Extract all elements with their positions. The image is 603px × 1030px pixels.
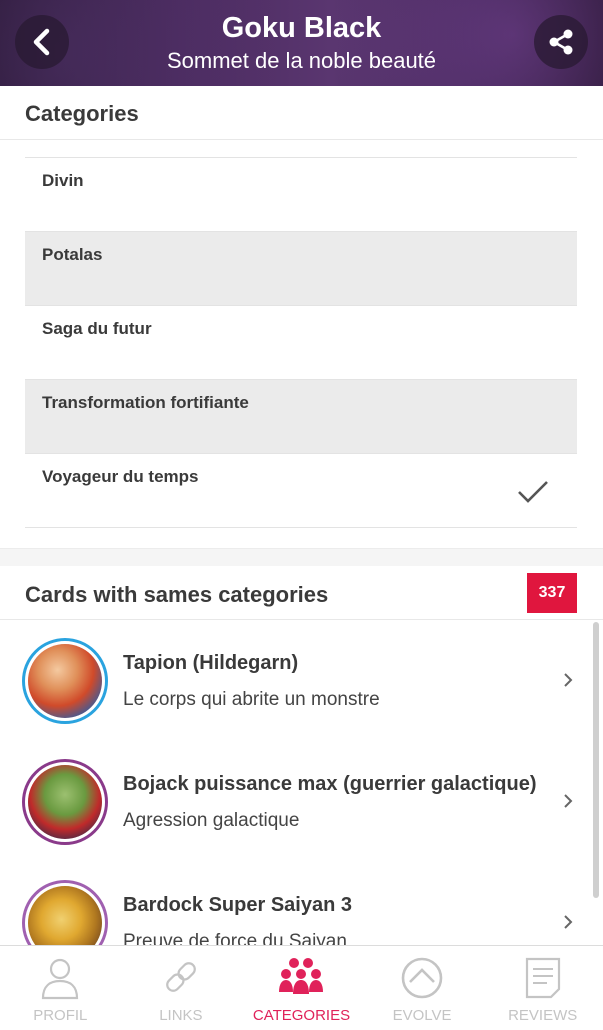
card-subtitle: Preuve de force du Saiyan — [123, 931, 347, 945]
card-name: Bardock Super Saiyan 3 — [123, 894, 352, 916]
category-item[interactable]: Transformation fortifiante — [25, 380, 577, 454]
evolve-icon — [401, 957, 443, 999]
share-button[interactable] — [534, 15, 588, 69]
card-name: Tapion (Hildegarn) — [123, 652, 299, 674]
checkmark-icon — [518, 481, 548, 503]
section-divider — [0, 548, 603, 566]
nav-label: PROFIL — [33, 1007, 88, 1024]
cards-header: Cards with sames categories — [0, 566, 603, 620]
category-item[interactable]: Saga du futur — [25, 306, 577, 380]
avatar — [22, 638, 108, 724]
card-subtitle: Le corps qui abrite un monstre — [123, 689, 380, 710]
card-name: Bojack puissance max (guerrier galactiqu… — [123, 773, 537, 795]
nav-label: REVIEWS — [508, 1007, 578, 1024]
cards-section-title: Cards with sames categories — [25, 582, 329, 607]
card-subtitle: Agression galactique — [123, 810, 300, 831]
categories-title: Categories — [25, 101, 139, 126]
nav-label: CATEGORIES — [252, 1007, 351, 1024]
scrollbar[interactable] — [593, 622, 599, 898]
link-icon — [166, 962, 196, 992]
list-item[interactable]: Bardock Super Saiyan 3 Preuve de force d… — [0, 862, 603, 945]
avatar — [22, 880, 108, 945]
share-icon — [549, 29, 573, 55]
document-icon — [525, 957, 560, 999]
category-label: Potalas — [42, 245, 103, 264]
cards-list: Tapion (Hildegarn) Le corps qui abrite u… — [0, 620, 603, 945]
nav-label: EVOLVE — [392, 1007, 452, 1024]
category-label: Voyageur du temps — [42, 467, 199, 486]
chevron-right-icon — [564, 915, 573, 929]
header-banner: Goku Black Sommet de la noble beauté — [0, 0, 603, 86]
nav-item-reviews[interactable]: REVIEWS — [482, 946, 603, 1030]
person-icon — [42, 958, 79, 1000]
chevron-right-icon — [564, 673, 573, 687]
nav-item-links[interactable]: LINKS — [121, 946, 242, 1030]
nav-item-profil[interactable]: PROFIL — [0, 946, 121, 1030]
count-badge: 337 — [527, 573, 577, 613]
avatar — [22, 759, 108, 845]
group-icon — [279, 958, 324, 994]
categories-list: Divin Potalas Saga du futur Transformati… — [25, 157, 577, 528]
category-item[interactable]: Divin — [25, 158, 577, 232]
list-item[interactable]: Bojack puissance max (guerrier galactiqu… — [0, 741, 603, 862]
category-label: Divin — [42, 171, 84, 190]
chevron-right-icon — [564, 794, 573, 808]
page-title: Goku Black — [221, 12, 382, 44]
nav-item-categories[interactable]: CATEGORIES — [241, 946, 362, 1030]
nav-item-evolve[interactable]: EVOLVE — [362, 946, 483, 1030]
category-item[interactable]: Voyageur du temps — [25, 454, 577, 528]
nav-label: LINKS — [159, 1007, 203, 1024]
category-label: Transformation fortifiante — [42, 393, 249, 412]
bottom-nav: PROFIL LINKS CATEGORIES EVOLVE REVIEWS — [0, 945, 603, 1030]
category-label: Saga du futur — [42, 319, 152, 338]
categories-header: Categories — [0, 86, 603, 140]
page-subtitle: Sommet de la noble beauté — [166, 48, 437, 73]
list-item[interactable]: Tapion (Hildegarn) Le corps qui abrite u… — [0, 620, 603, 741]
category-item[interactable]: Potalas — [25, 232, 577, 306]
